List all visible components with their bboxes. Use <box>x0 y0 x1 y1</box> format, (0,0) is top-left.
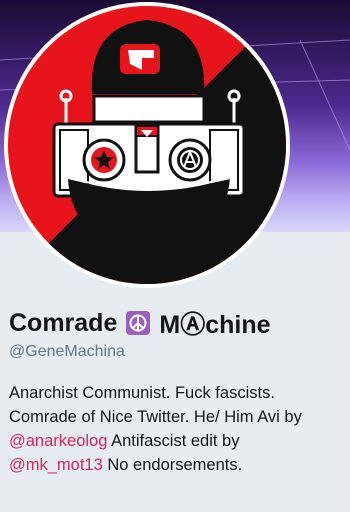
bio-line-1: Anarchist Communist. Fuck fascists. <box>9 384 275 402</box>
profile-bio: Anarchist Communist. Fuck fascists. Comr… <box>9 381 349 477</box>
profile-name: Comrade MⒶchine <box>9 305 271 341</box>
profile-name-second: MⒶchine <box>159 311 271 339</box>
bio-line-3: Antifascist edit by <box>107 432 240 450</box>
peace-symbol-icon <box>126 311 151 335</box>
antifa-robot-avatar-image <box>8 6 286 284</box>
avatar[interactable] <box>4 2 290 288</box>
profile-name-first: Comrade <box>9 308 118 337</box>
mention-mk-mot13-link[interactable]: @mk_mot13 <box>9 456 103 474</box>
mention-anarkeolog-link[interactable]: @anarkeolog <box>9 432 107 450</box>
bio-line-2: Comrade of Nice Twitter. He/ Him Avi by <box>9 408 302 426</box>
profile-handle[interactable]: @GeneMachina <box>9 343 125 361</box>
bio-line-4: No endorsements. <box>102 456 243 474</box>
